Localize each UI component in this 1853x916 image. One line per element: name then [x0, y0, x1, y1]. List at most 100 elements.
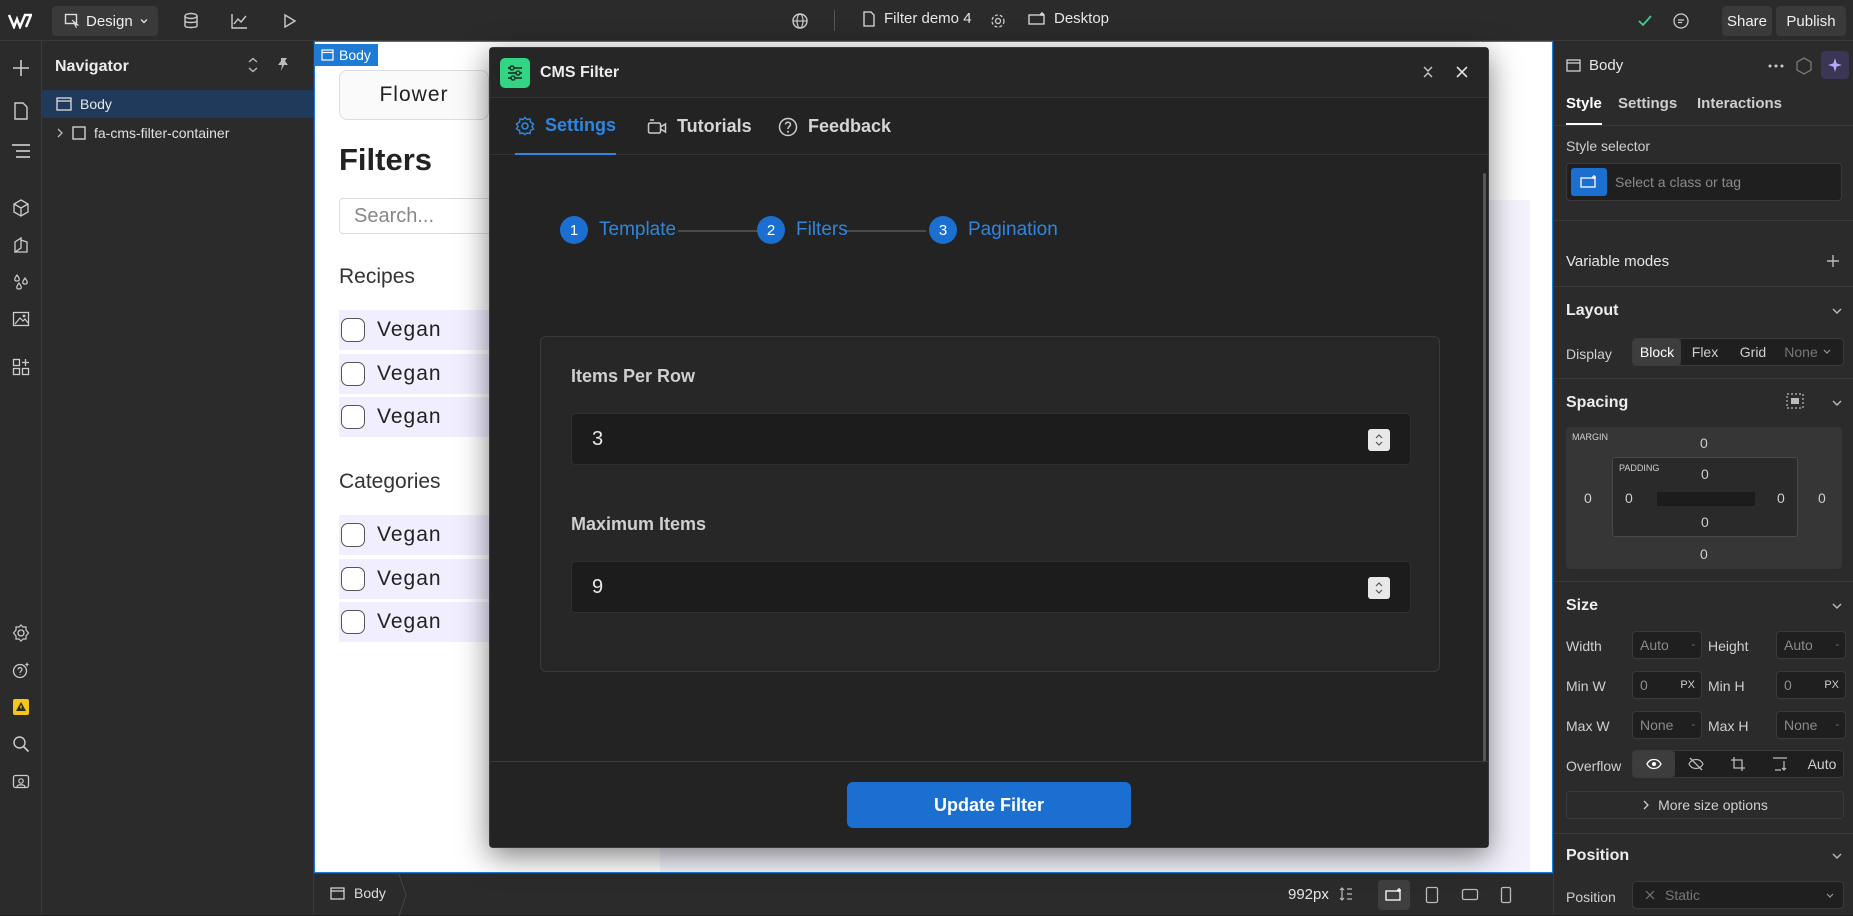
page-selector[interactable]: Filter demo 4: [862, 10, 972, 27]
height-input[interactable]: Auto -: [1776, 631, 1846, 659]
chevron-down-icon[interactable]: [1831, 601, 1843, 611]
checkbox[interactable]: [341, 362, 365, 386]
style-selector-input[interactable]: Select a class or tag: [1566, 163, 1842, 201]
max-height-input[interactable]: None -: [1776, 711, 1846, 739]
breakpoint-selector[interactable]: Desktop: [1028, 10, 1109, 27]
min-height-input[interactable]: 0 PX: [1776, 671, 1846, 699]
display-more-option[interactable]: None: [1777, 339, 1839, 365]
help-ai-icon[interactable]: [8, 657, 34, 683]
variables-icon[interactable]: [8, 269, 34, 295]
breakpoint-desktop-button[interactable]: [1378, 880, 1410, 910]
display-block-option[interactable]: Block: [1633, 339, 1681, 365]
panel-tab-style[interactable]: Style: [1566, 95, 1602, 112]
number-stepper[interactable]: [1368, 429, 1390, 451]
panel-tab-settings[interactable]: Settings: [1618, 95, 1677, 112]
publish-button[interactable]: Publish: [1776, 6, 1846, 36]
margin-left-value[interactable]: 0: [1584, 490, 1592, 506]
step-template[interactable]: 1 Template: [560, 216, 676, 244]
add-elements-icon[interactable]: [8, 55, 34, 81]
share-button[interactable]: Share: [1722, 6, 1772, 36]
tab-settings[interactable]: Settings: [515, 98, 617, 155]
chevron-down-icon[interactable]: [1831, 398, 1843, 408]
tablet-icon[interactable]: [1425, 886, 1439, 904]
checkbox[interactable]: [341, 523, 365, 547]
min-width-input[interactable]: 0 PX: [1632, 671, 1702, 699]
checkbox[interactable]: [341, 318, 365, 342]
webflow-logo-icon[interactable]: [7, 8, 33, 34]
chevron-right-icon[interactable]: [56, 128, 64, 138]
navigator-item-body[interactable]: Body: [42, 90, 313, 118]
cms-database-icon[interactable]: [178, 8, 204, 34]
overflow-scroll-option[interactable]: [1759, 751, 1801, 777]
style-selectors-icon[interactable]: [8, 232, 34, 258]
unit-label[interactable]: PX: [1680, 679, 1695, 691]
body-element-icon: [56, 97, 72, 111]
flower-card[interactable]: Flower: [339, 70, 489, 120]
navigator-icon[interactable]: [8, 138, 34, 164]
padding-bottom-value[interactable]: 0: [1701, 514, 1709, 530]
components-icon[interactable]: [8, 195, 34, 221]
max-width-input[interactable]: None -: [1632, 711, 1702, 739]
checkbox[interactable]: [341, 405, 365, 429]
checkbox[interactable]: [341, 610, 365, 634]
overflow-visible-option[interactable]: [1633, 751, 1675, 777]
overflow-hidden-option[interactable]: [1675, 751, 1717, 777]
component-icon[interactable]: [1795, 57, 1813, 75]
step-filters[interactable]: 2 Filters: [757, 216, 848, 244]
items-per-row-input[interactable]: 3: [571, 413, 1411, 465]
display-grid-option[interactable]: Grid: [1729, 339, 1777, 365]
mobile-landscape-icon[interactable]: [1461, 888, 1479, 901]
site-settings-icon[interactable]: [8, 620, 34, 646]
selected-element-tag[interactable]: Body: [314, 44, 378, 66]
panel-tab-interactions[interactable]: Interactions: [1697, 95, 1782, 112]
spacing-mode-icon[interactable]: [1786, 393, 1804, 409]
resize-height-icon[interactable]: [1338, 886, 1354, 902]
assets-image-icon[interactable]: [8, 306, 34, 332]
dialog-scrollbar[interactable]: [1483, 173, 1486, 765]
checkbox[interactable]: [341, 567, 365, 591]
audit-warning-icon[interactable]: [8, 694, 34, 720]
padding-left-value[interactable]: 0: [1625, 490, 1633, 506]
ai-assistant-button[interactable]: [1821, 51, 1849, 79]
preview-play-icon[interactable]: [277, 8, 303, 34]
video-tutorials-icon[interactable]: [8, 768, 34, 794]
display-flex-option[interactable]: Flex: [1681, 339, 1729, 365]
step-pagination[interactable]: 3 Pagination: [929, 216, 1058, 244]
add-variable-mode-icon[interactable]: [1826, 254, 1840, 268]
mobile-portrait-icon[interactable]: [1500, 886, 1512, 904]
apps-icon[interactable]: [8, 354, 34, 380]
tab-tutorials[interactable]: Tutorials: [647, 98, 752, 155]
chevron-down-icon[interactable]: [1831, 851, 1843, 861]
overflow-auto-option[interactable]: Auto: [1801, 751, 1843, 777]
margin-bottom-value[interactable]: 0: [1700, 546, 1708, 562]
close-icon[interactable]: [1455, 65, 1469, 79]
width-input[interactable]: Auto -: [1632, 631, 1702, 659]
input-value: 9: [592, 576, 604, 598]
more-size-options-button[interactable]: More size options: [1566, 791, 1844, 819]
unit-label[interactable]: PX: [1824, 679, 1839, 691]
update-filter-button[interactable]: Update Filter: [847, 782, 1131, 828]
navigator-item-container[interactable]: fa-cms-filter-container: [42, 119, 313, 147]
collapse-icon[interactable]: [1421, 65, 1435, 79]
overflow-clip-option[interactable]: [1717, 751, 1759, 777]
globe-icon[interactable]: [787, 8, 813, 34]
tab-feedback[interactable]: Feedback: [778, 98, 891, 155]
margin-top-value[interactable]: 0: [1700, 435, 1708, 451]
chevron-down-icon[interactable]: [1831, 306, 1843, 316]
margin-right-value[interactable]: 0: [1818, 490, 1826, 506]
analytics-icon[interactable]: [226, 8, 252, 34]
number-stepper[interactable]: [1368, 577, 1390, 599]
expand-collapse-icon[interactable]: [246, 57, 260, 73]
search-icon[interactable]: [8, 731, 34, 757]
more-options-icon[interactable]: [1768, 64, 1784, 68]
position-select[interactable]: Static: [1632, 881, 1844, 909]
padding-top-value[interactable]: 0: [1701, 466, 1709, 482]
comments-icon[interactable]: [1668, 8, 1694, 34]
design-mode-button[interactable]: Design: [52, 6, 158, 36]
breadcrumb[interactable]: Body: [330, 885, 386, 901]
maximum-items-input[interactable]: 9: [571, 561, 1411, 613]
pin-icon[interactable]: [276, 57, 290, 73]
padding-right-value[interactable]: 0: [1777, 490, 1785, 506]
page-settings-gear-icon[interactable]: [985, 8, 1011, 34]
pages-icon[interactable]: [8, 98, 34, 124]
